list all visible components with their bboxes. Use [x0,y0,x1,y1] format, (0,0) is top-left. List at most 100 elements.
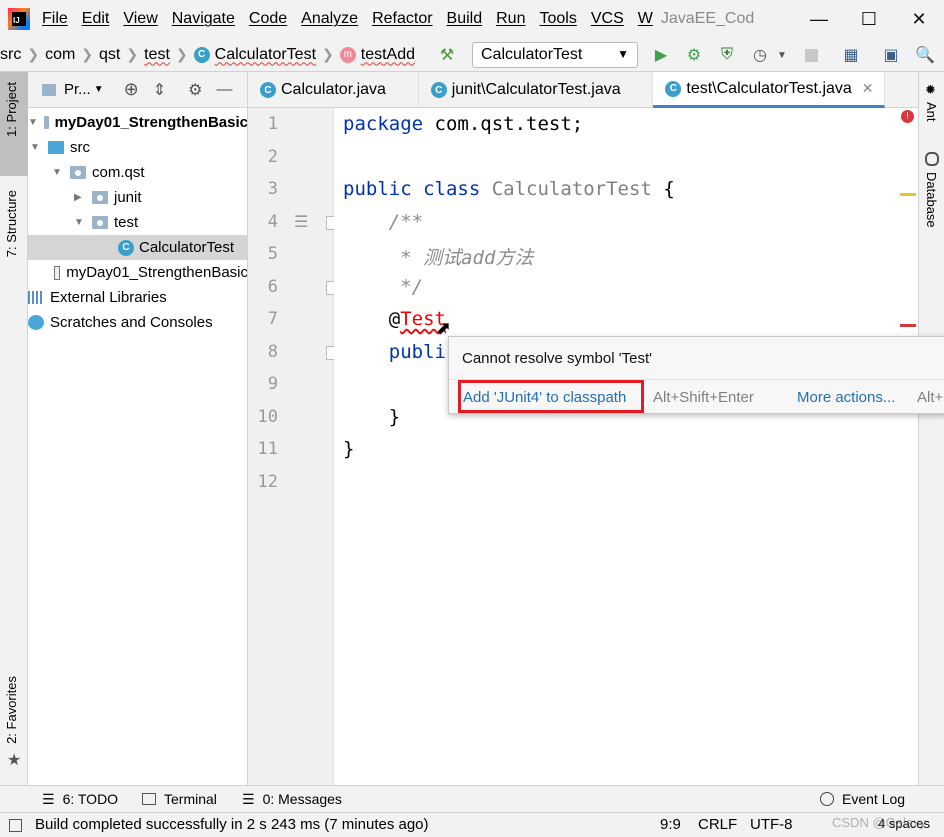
minimize-icon[interactable]: — [794,0,844,38]
close-icon[interactable]: ✕ [894,0,944,38]
chevron-right-icon: ❯ [322,46,334,62]
watermark-text: CSDN @Galaxy [832,815,927,830]
source-folder-icon [48,141,64,154]
menu-window[interactable]: W [638,10,653,28]
caret-position[interactable]: 9:9 [660,816,681,833]
menu-tools[interactable]: Tools [539,10,576,28]
locate-crosshair-icon[interactable]: ⊕ [124,79,139,100]
breadcrumb-test[interactable]: test [144,46,170,64]
tool-tab-ant[interactable]: Ant [924,102,939,122]
dropdown-arrow-icon[interactable]: ▼ [771,44,793,66]
tab-test-calculatortest-java[interactable]: C test\CalculatorTest.java ✕ [653,72,885,108]
tree-item-iml[interactable]: myDay01_StrengthenBasic [28,260,247,285]
gear-icon[interactable]: ⚙ [188,80,202,100]
tool-tab-database[interactable]: Database [924,172,939,228]
breadcrumb-com[interactable]: com [45,46,75,64]
breadcrumb-calculatortest[interactable]: C CalculatorTest [193,45,317,64]
close-tab-icon[interactable]: ✕ [862,80,874,97]
chevron-right-icon: ❯ [175,46,188,62]
debug-icon[interactable]: ⚙ [683,44,705,66]
tree-item-label: Scratches and Consoles [50,314,213,331]
code-line-1: package com.qst.test; [343,113,583,135]
run-icon[interactable]: ▶ [650,44,672,66]
line-number: 2 [267,147,278,167]
tool-tab-favorites[interactable]: 2: Favorites [4,676,19,744]
line-number: 10 [257,407,278,427]
menu-analyze[interactable]: Analyze [301,10,358,28]
breadcrumb-calculatortest-label: CalculatorTest [214,45,317,63]
status-bar: Build completed successfully in 2 s 243 … [0,812,944,837]
menu-file[interactable]: File [42,10,68,28]
status-toggle-icon[interactable] [9,819,22,832]
tool-tab-todo[interactable]: ☰ 6: TODO [42,791,118,808]
tool-tab-terminal-label: Terminal [164,791,217,807]
tool-tab-event-log[interactable]: Event Log [820,791,905,807]
stop-icon[interactable] [800,44,822,66]
code-editor[interactable]: package com.qst.test; public class Calcu… [334,108,918,785]
menu-bar: IJ File Edit View Navigate Code Analyze … [0,0,944,38]
run-configuration-select[interactable]: CalculatorTest ▼ [472,42,638,68]
tab-junit-calculatortest-java[interactable]: C junit\CalculatorTest.java ✕ [419,72,654,108]
chevron-right-icon: ❯ [81,46,94,62]
collapse-all-icon[interactable]: ⇕ [153,80,166,100]
file-encoding[interactable]: UTF-8 [750,816,793,833]
expand-icon[interactable]: ▼ [52,167,64,178]
tool-tab-favorites-label: 2: Favorites [4,676,19,744]
tool-tab-terminal[interactable]: Terminal [142,791,217,807]
highlight-annotation-box [458,380,644,413]
chevron-down-icon[interactable]: ▼ [94,84,104,95]
minimize-panel-icon[interactable]: — [216,81,232,99]
chevron-right-icon: ❯ [27,46,40,62]
breadcrumb-testadd[interactable]: m testAdd [339,46,415,64]
menu-run[interactable]: Run [496,10,525,28]
expand-icon[interactable]: ▼ [30,142,42,153]
menu-refactor[interactable]: Refactor [372,10,432,28]
breadcrumb-src[interactable]: src [0,46,21,64]
tool-tab-project[interactable]: 1: Project [4,82,19,137]
menu-edit[interactable]: Edit [82,10,110,28]
tool-tab-messages[interactable]: ☰ 0: Messages [242,791,342,808]
expand-icon[interactable]: ▼ [74,217,86,228]
error-indicator-icon: ! [901,110,914,123]
breadcrumb-qst-label: qst [99,45,121,63]
menu-vcs[interactable]: VCS [591,10,624,28]
expand-icon[interactable]: ▼ [28,117,38,128]
doc-comment-icon: ☰ [294,214,309,231]
search-icon[interactable]: 🔍 [914,44,936,66]
maximize-icon[interactable]: ☐ [844,0,894,38]
menu-navigate[interactable]: Navigate [172,10,235,28]
tab-label: test\CalculatorTest.java [686,79,852,97]
tree-item-junit[interactable]: ▶ junit [28,185,247,210]
annotation-at: @ [343,308,401,330]
libraries-icon [28,291,44,304]
tool-tab-structure[interactable]: 7: Structure [4,190,19,257]
todo-list-icon: ☰ [42,790,55,807]
breadcrumb-qst[interactable]: qst [99,46,120,64]
tab-calculator-java[interactable]: C Calculator.java ✕ [248,72,419,108]
tab-label: junit\CalculatorTest.java [451,81,621,98]
collapsed-icon[interactable]: ▶ [74,192,86,203]
project-view-selector[interactable]: Pr... [64,81,91,98]
project-structure-icon[interactable]: ▦ [840,44,862,66]
build-hammer-icon[interactable]: ⚒ [436,44,458,66]
menu-code[interactable]: Code [249,10,287,28]
tree-item-scratches[interactable]: Scratches and Consoles [28,310,247,335]
tree-item-calculatortest[interactable]: C CalculatorTest [28,235,247,260]
tree-item-external-libraries[interactable]: External Libraries [28,285,247,310]
menu-view[interactable]: View [123,10,157,28]
tool-tab-structure-label: 7: Structure [4,190,19,258]
tree-item-module[interactable]: ▼ myDay01_StrengthenBasic [28,110,247,135]
tree-item-test[interactable]: ▼ test [28,210,247,235]
tree-item-src[interactable]: ▼ src [28,135,247,160]
line-separator[interactable]: CRLF [698,816,737,833]
profile-icon[interactable]: ◷ [749,44,771,66]
module-folder-icon [43,116,49,129]
line-number: 1 [267,114,278,134]
keyword-public-class: public class [343,178,481,200]
more-actions-link[interactable]: More actions... [797,389,895,406]
menu-build[interactable]: Build [447,10,483,28]
status-message: Build completed successfully in 2 s 243 … [35,816,429,833]
coverage-icon[interactable]: ⛨ [716,44,738,66]
tree-item-com-qst[interactable]: ▼ com.qst [28,160,247,185]
toggle-toolbar-icon[interactable]: ▣ [880,44,902,66]
